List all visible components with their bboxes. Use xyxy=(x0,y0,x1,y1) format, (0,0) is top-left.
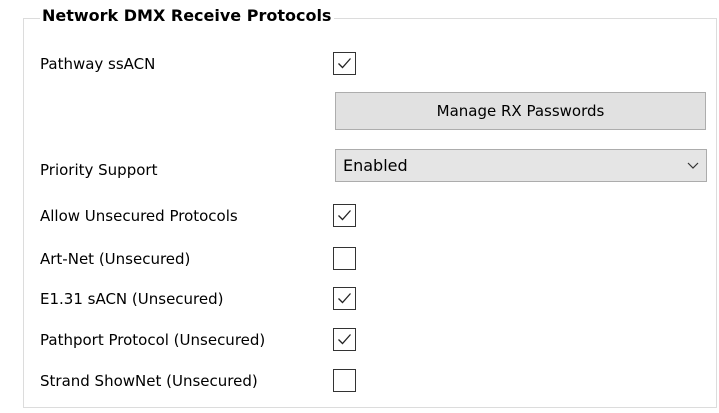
pathport-label: Pathport Protocol (Unsecured) xyxy=(40,331,266,349)
showsnet-checkbox[interactable] xyxy=(333,369,356,392)
pathway-ssacn-label: Pathway ssACN xyxy=(40,55,156,73)
e131-label: E1.31 sACN (Unsecured) xyxy=(40,290,224,308)
allow-unsecured-label: Allow Unsecured Protocols xyxy=(40,207,238,225)
artnet-label: Art-Net (Unsecured) xyxy=(40,250,191,268)
page: Network DMX Receive Protocols Pathway ss… xyxy=(0,0,719,413)
check-icon xyxy=(338,210,351,221)
showsnet-label: Strand ShowNet (Unsecured) xyxy=(40,372,258,390)
check-icon xyxy=(338,293,351,304)
check-icon xyxy=(338,58,351,69)
pathway-ssacn-checkbox[interactable] xyxy=(333,52,356,75)
pathport-checkbox[interactable] xyxy=(333,328,356,351)
chevron-down-icon xyxy=(687,162,699,169)
allow-unsecured-checkbox[interactable] xyxy=(333,204,356,227)
check-icon xyxy=(338,334,351,345)
priority-support-dropdown[interactable]: Enabled xyxy=(335,149,707,182)
priority-support-label: Priority Support xyxy=(40,161,158,179)
artnet-checkbox[interactable] xyxy=(333,247,356,270)
e131-checkbox[interactable] xyxy=(333,287,356,310)
group-title: Network DMX Receive Protocols xyxy=(40,5,335,27)
manage-rx-passwords-button[interactable]: Manage RX Passwords xyxy=(335,92,706,130)
priority-support-value: Enabled xyxy=(343,156,408,175)
